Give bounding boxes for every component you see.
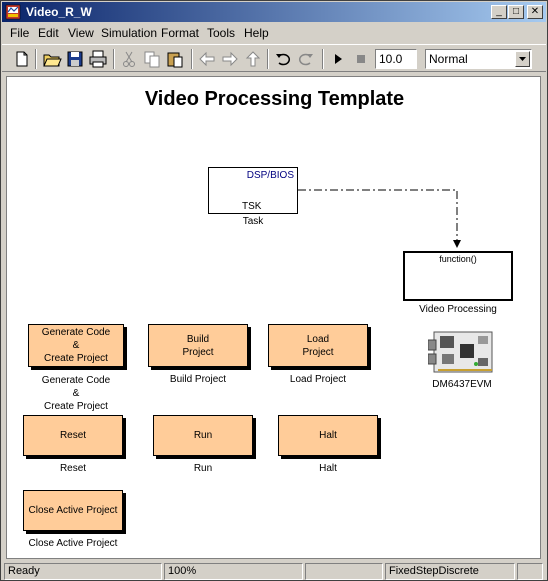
size-grip-icon[interactable] — [517, 563, 543, 580]
close-active-project-label: Close Active Project — [28, 538, 118, 549]
title-bar[interactable]: Video_R_W _ □ ✕ — [2, 2, 546, 22]
menu-edit[interactable]: Edit — [38, 26, 59, 40]
board-icon[interactable] — [428, 330, 496, 376]
reset-label: Reset — [59, 463, 87, 474]
reset-button[interactable]: Reset — [23, 415, 123, 456]
menu-view[interactable]: View — [68, 26, 94, 40]
halt-label: Halt — [319, 463, 337, 474]
status-empty — [305, 563, 383, 580]
minimize-button[interactable]: _ — [491, 5, 507, 19]
stop-simulation-icon[interactable] — [351, 49, 371, 69]
generate-code-label: Generate Code & Create Project — [41, 375, 111, 412]
model-window: Video_R_W _ □ ✕ File Edit View Simulatio… — [0, 0, 548, 581]
video-processing-block[interactable]: function() — [403, 251, 513, 301]
paste-icon[interactable] — [165, 49, 185, 69]
trigger-connection — [298, 189, 461, 248]
close-button[interactable]: ✕ — [527, 5, 543, 19]
window-title: Video_R_W — [26, 5, 92, 19]
halt-button[interactable]: Halt — [278, 415, 378, 456]
redo-icon[interactable] — [296, 49, 316, 69]
menu-help[interactable]: Help — [244, 26, 269, 40]
up-arrow-icon[interactable] — [243, 49, 263, 69]
function-port-label: function() — [439, 254, 477, 264]
chevron-down-icon[interactable] — [515, 51, 530, 67]
model-canvas[interactable]: Video Processing Template DSP/BIOS TSK T… — [6, 76, 541, 559]
copy-icon[interactable] — [142, 49, 162, 69]
open-folder-icon[interactable] — [42, 49, 62, 69]
board-label: DM6437EVM — [432, 379, 492, 390]
maximize-button[interactable]: □ — [508, 5, 524, 19]
new-file-icon[interactable] — [12, 49, 32, 69]
status-zoom: 100% — [164, 563, 303, 580]
run-label: Run — [193, 463, 213, 474]
simulation-mode-select[interactable]: Normal — [425, 49, 532, 69]
status-solver: FixedStepDiscrete — [385, 563, 515, 580]
load-project-button[interactable]: Load Project — [268, 324, 368, 367]
status-ready: Ready — [4, 563, 162, 580]
save-icon[interactable] — [65, 49, 85, 69]
stop-time-field[interactable]: 10.0 — [375, 49, 417, 69]
menu-format[interactable]: Format — [161, 26, 199, 40]
build-project-button[interactable]: Build Project — [148, 324, 248, 367]
menu-simulation[interactable]: Simulation — [101, 26, 157, 40]
start-simulation-icon[interactable] — [328, 49, 348, 69]
simulation-mode-value: Normal — [429, 52, 468, 66]
menu-file[interactable]: File — [10, 26, 29, 40]
print-icon[interactable] — [88, 49, 108, 69]
generate-code-button[interactable]: Generate Code & Create Project — [28, 324, 124, 367]
menu-tools[interactable]: Tools — [207, 26, 235, 40]
undo-icon[interactable] — [273, 49, 293, 69]
menu-bar: File Edit View Simulation Format Tools H… — [2, 23, 546, 43]
back-arrow-icon[interactable] — [197, 49, 217, 69]
status-bar: Ready 100% FixedStepDiscrete — [2, 562, 546, 580]
build-project-label: Build Project — [169, 374, 227, 385]
run-button[interactable]: Run — [153, 415, 253, 456]
load-project-label: Load Project — [289, 374, 347, 385]
video-processing-label: Video Processing — [419, 304, 497, 315]
toolbar: 10.0 Normal — [2, 44, 546, 72]
cut-icon[interactable] — [119, 49, 139, 69]
close-active-project-button[interactable]: Close Active Project — [23, 490, 123, 531]
forward-arrow-icon[interactable] — [220, 49, 240, 69]
simulink-icon — [5, 4, 21, 20]
